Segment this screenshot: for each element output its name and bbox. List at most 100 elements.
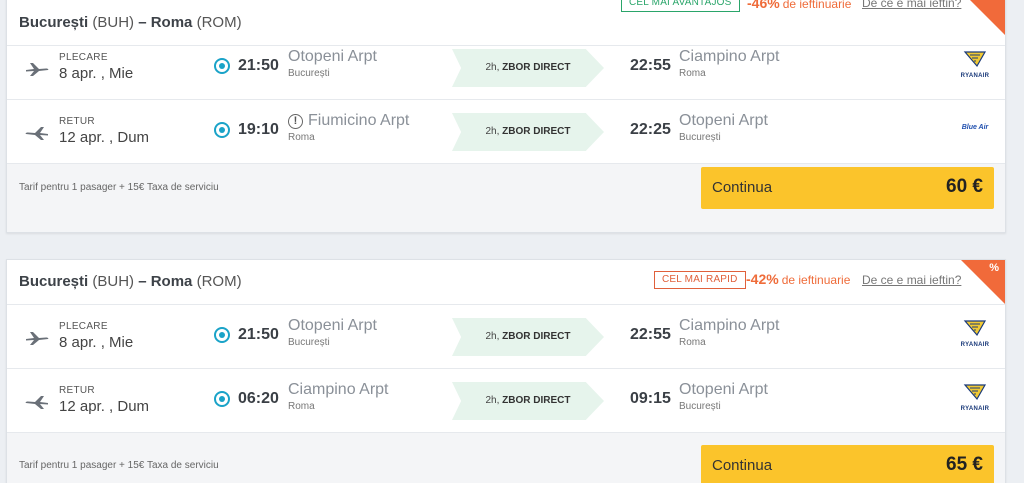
route-title: București (BUH) – Roma (ROM) <box>19 14 242 31</box>
departure-time: 06:20 <box>238 390 279 407</box>
ryanair-harp-icon <box>963 51 987 68</box>
arrival-plane-icon <box>25 127 48 140</box>
discount-text: de ieftinuarie <box>782 0 852 11</box>
departure-city: București <box>288 337 330 348</box>
destination-code: (ROM) <box>196 14 242 31</box>
offer-footer: Tarif pentru 1 pasager + 15€ Taxa de ser… <box>7 164 1005 232</box>
departure-plane-icon <box>26 332 49 345</box>
direction-label: RETUR <box>59 385 95 396</box>
continue-button[interactable]: Continua 60 € <box>701 167 994 209</box>
fare-note: Tarif pentru 1 pasager + 15€ Taxa de ser… <box>19 460 219 471</box>
airline-logo: RYANAIR <box>955 383 995 415</box>
flight-date: 8 apr. , Mie <box>59 334 134 351</box>
origin-code: (BUH) <box>92 273 135 290</box>
flight-offer-card: București (BUH) – Roma (ROM) CEL MAI RAP… <box>6 259 1006 483</box>
flight-date: 8 apr. , Mie <box>59 65 134 82</box>
airline-logo: Blue Air <box>955 114 995 146</box>
arrival-airport: Otopeni Arpt <box>679 381 768 398</box>
offer-price: 65 € <box>946 454 983 475</box>
direction-label: PLECARE <box>59 321 108 332</box>
arrival-city: București <box>679 132 721 143</box>
fare-note: Tarif pentru 1 pasager + 15€ Taxa de ser… <box>19 182 219 193</box>
flight-select-radio[interactable] <box>214 391 230 407</box>
discount-text: de ieftinuarie <box>781 273 851 287</box>
ryanair-harp-icon <box>963 320 987 337</box>
departure-time: 21:50 <box>238 57 279 74</box>
airline-name: RYANAIR <box>960 342 990 348</box>
continue-label: Continua <box>712 457 773 474</box>
flight-type: ZBOR DIRECT <box>502 331 571 342</box>
route-title: București (BUH) – Roma (ROM) <box>19 273 242 290</box>
flight-type: ZBOR DIRECT <box>502 395 571 406</box>
origin-code: (BUH) <box>92 14 135 31</box>
flight-leg-outbound[interactable]: PLECARE 8 apr. , Mie 21:50 Otopeni Arpt … <box>7 305 1005 369</box>
departure-airport: Fiumicino Arpt <box>308 112 410 129</box>
flight-select-radio[interactable] <box>214 58 230 74</box>
why-cheaper-link[interactable]: De ce e mai ieftin? <box>862 273 961 287</box>
ryanair-harp-icon <box>963 384 987 401</box>
direct-flight-badge: 2h, ZBOR DIRECT <box>452 113 604 151</box>
flight-select-radio[interactable] <box>214 327 230 343</box>
arrival-airport: Otopeni Arpt <box>679 112 768 129</box>
airline-logo: RYANAIR <box>955 319 995 351</box>
origin-city: București <box>19 273 89 290</box>
discount-label: -46% de ieftinuarie <box>747 0 851 11</box>
offer-header: București (BUH) – Roma (ROM) CEL MAI RAP… <box>7 260 1005 305</box>
arrival-time: 22:55 <box>630 326 671 343</box>
warning-icon[interactable]: ! <box>288 114 303 129</box>
offer-price: 60 € <box>946 176 983 197</box>
flight-leg-outbound[interactable]: PLECARE 8 apr. , Mie 21:50 Otopeni Arpt … <box>7 36 1005 100</box>
departure-plane-icon <box>26 63 49 76</box>
direct-flight-badge: 2h, ZBOR DIRECT <box>452 382 604 420</box>
departure-time: 21:50 <box>238 326 279 343</box>
flight-duration: 2h, <box>485 395 500 406</box>
arrival-time: 22:55 <box>630 57 671 74</box>
fastest-tag: CEL MAI RAPID <box>654 271 746 289</box>
departure-city: Roma <box>288 401 315 412</box>
airline-name: RYANAIR <box>960 73 990 79</box>
why-cheaper-link[interactable]: De ce e mai ieftin? <box>862 0 961 10</box>
blue-air-logo: Blue Air <box>961 124 989 131</box>
percent-icon: % <box>989 262 999 274</box>
discount-percent: -42% <box>746 271 779 287</box>
offer-footer: Tarif pentru 1 pasager + 15€ Taxa de ser… <box>7 433 1005 483</box>
origin-city: București <box>19 14 89 31</box>
discount-label: -42% de ieftinuarie <box>746 271 850 287</box>
arrival-city: Roma <box>679 68 706 79</box>
arrival-time: 22:25 <box>630 121 671 138</box>
arrival-airport: Ciampino Arpt <box>679 48 780 65</box>
flight-select-radio[interactable] <box>214 122 230 138</box>
discount-ribbon <box>961 0 1005 35</box>
arrival-airport: Ciampino Arpt <box>679 317 780 334</box>
direct-flight-badge: 2h, ZBOR DIRECT <box>452 318 604 356</box>
route-dash: – <box>138 273 147 290</box>
departure-airport: Ciampino Arpt <box>288 381 389 398</box>
flight-leg-return[interactable]: RETUR 12 apr. , Dum 19:10 ! Fiumicino Ar… <box>7 100 1005 164</box>
flight-leg-return[interactable]: RETUR 12 apr. , Dum 06:20 Ciampino Arpt … <box>7 369 1005 433</box>
departure-city: Roma <box>288 132 315 143</box>
direction-label: PLECARE <box>59 52 108 63</box>
continue-button[interactable]: Continua 65 € <box>701 445 994 483</box>
departure-city: București <box>288 68 330 79</box>
departure-airport: Otopeni Arpt <box>288 48 377 65</box>
discount-percent: -46% <box>747 0 780 11</box>
flight-date: 12 apr. , Dum <box>59 398 150 415</box>
direction-label: RETUR <box>59 116 95 127</box>
destination-city: Roma <box>150 273 193 290</box>
departure-airport: Otopeni Arpt <box>288 317 377 334</box>
destination-city: Roma <box>150 14 193 31</box>
flight-type: ZBOR DIRECT <box>502 126 571 137</box>
arrival-city: Roma <box>679 337 706 348</box>
direct-flight-badge: 2h, ZBOR DIRECT <box>452 49 604 87</box>
arrival-time: 09:15 <box>630 390 671 407</box>
departure-time: 19:10 <box>238 121 279 138</box>
flight-type: ZBOR DIRECT <box>502 62 571 73</box>
percent-icon: % <box>989 0 999 1</box>
flight-offer-card: București (BUH) – Roma (ROM) CEL MAI AVA… <box>6 0 1006 233</box>
route-dash: – <box>138 14 147 31</box>
flight-duration: 2h, <box>485 126 500 137</box>
best-value-tag: CEL MAI AVANTAJOS <box>621 0 740 12</box>
flight-duration: 2h, <box>485 331 500 342</box>
arrival-plane-icon <box>25 396 48 409</box>
continue-label: Continua <box>712 179 773 196</box>
